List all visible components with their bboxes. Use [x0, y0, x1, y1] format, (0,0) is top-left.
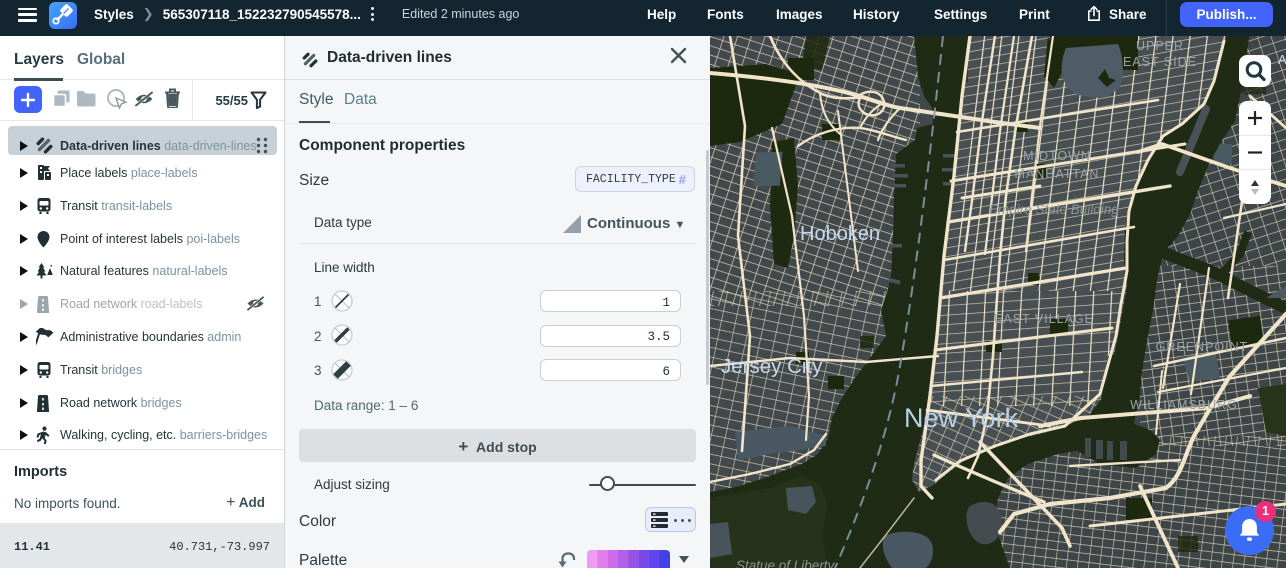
svg-text:Hoboken: Hoboken [800, 223, 880, 245]
svg-text:EAST SIDE: EAST SIDE [1123, 55, 1197, 69]
svg-text:UPPER: UPPER [1136, 39, 1184, 53]
svg-text:A: A [1278, 52, 1286, 67]
svg-text:Empire State Building: Empire State Building [989, 202, 1119, 217]
svg-text:EAST VILLAGE: EAST VILLAGE [994, 312, 1094, 326]
svg-text:MIDTOWN: MIDTOWN [1023, 149, 1091, 163]
svg-text:Jersey City: Jersey City [721, 355, 823, 378]
svg-text:Statue of Liberty: Statue of Liberty [736, 558, 836, 568]
svg-text:MANHATTAN: MANHATTAN [1015, 167, 1100, 181]
svg-text:WILLIAMSBURG: WILLIAMSBURG [1130, 398, 1238, 412]
svg-text:GREENPOINT: GREENPOINT [1156, 340, 1249, 354]
svg-text:New York: New York [904, 403, 1019, 433]
